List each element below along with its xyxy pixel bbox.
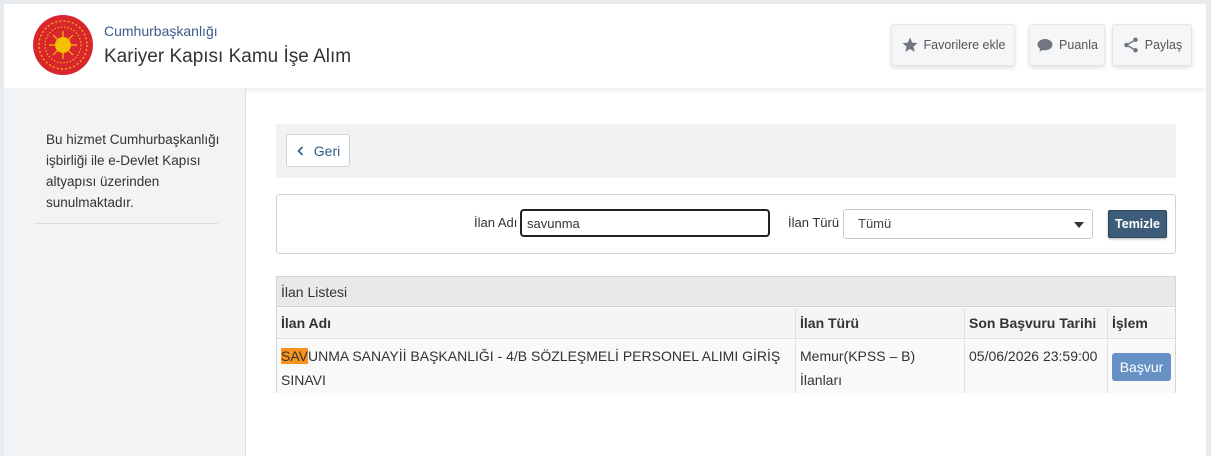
app-title[interactable]: Kariyer Kapısı Kamu İşe Alım xyxy=(104,46,351,68)
page-frame: Cumhurbaşkanlığı Kariyer Kapısı Kamu İşe… xyxy=(4,4,1206,456)
site-header: Cumhurbaşkanlığı Kariyer Kapısı Kamu İşe… xyxy=(4,4,1206,88)
listing-name-text: UNMA SANAYİİ BAŞKANLIĞI - 4/B SÖZLEŞMELİ… xyxy=(281,348,781,388)
search-highlight: SAV xyxy=(281,348,308,364)
presidency-emblem-icon[interactable] xyxy=(32,14,94,76)
back-button[interactable]: Geri xyxy=(286,134,350,167)
column-header-deadline: Son Başvuru Tarihi xyxy=(965,308,1108,339)
favorite-button[interactable]: Favorilere ekle xyxy=(891,24,1015,66)
back-label: Geri xyxy=(313,142,341,159)
sidebar: Bu hizmet Cumhurbaşkanlığı işbirliği ile… xyxy=(4,88,246,456)
star-icon xyxy=(902,37,917,52)
listing-title: İlan Listesi xyxy=(277,277,1175,307)
chevron-left-icon xyxy=(297,145,303,156)
favorite-label: Favorilere ekle xyxy=(923,38,1006,52)
listing-table: İlan Listesi İlan Adı İlan Türü Son Başv… xyxy=(276,276,1176,393)
chevron-down-icon xyxy=(1074,222,1084,228)
table-row-deadline-cell: 05/06/2026 23:59:00 xyxy=(965,340,1108,393)
table-row-name-cell: SAVUNMA SANAYİİ BAŞKANLIĞI - 4/B SÖZLEŞM… xyxy=(277,340,796,393)
column-header-action: İşlem xyxy=(1108,308,1175,339)
org-name[interactable]: Cumhurbaşkanlığı xyxy=(104,23,218,39)
share-button[interactable]: Paylaş xyxy=(1112,24,1192,66)
ilan-turu-select[interactable]: Tümü xyxy=(843,209,1093,239)
ilan-adi-label: İlan Adı xyxy=(474,215,518,230)
share-icon xyxy=(1123,37,1138,53)
sidebar-divider xyxy=(34,223,218,224)
ilan-adi-input[interactable] xyxy=(520,209,770,237)
service-info-text: Bu hizmet Cumhurbaşkanlığı işbirliği ile… xyxy=(46,132,220,210)
column-header-type: İlan Türü xyxy=(796,308,965,339)
column-header-name: İlan Adı xyxy=(277,308,796,339)
rate-label: Puanla xyxy=(1059,38,1098,52)
ilan-turu-label: İlan Türü xyxy=(788,215,840,230)
share-label: Paylaş xyxy=(1144,38,1183,52)
ilan-turu-selected: Tümü xyxy=(858,216,892,231)
rate-button[interactable]: Puanla xyxy=(1029,24,1105,66)
clear-button[interactable]: Temizle xyxy=(1108,210,1167,238)
table-row-type-cell: Memur(KPSS – B) İlanları xyxy=(796,340,965,393)
speech-bubble-icon xyxy=(1037,39,1053,52)
back-bar: Geri xyxy=(276,124,1176,178)
filter-panel: İlan Adı İlan Türü Tümü Temizle xyxy=(276,194,1176,254)
apply-button[interactable]: Başvur xyxy=(1112,353,1171,381)
